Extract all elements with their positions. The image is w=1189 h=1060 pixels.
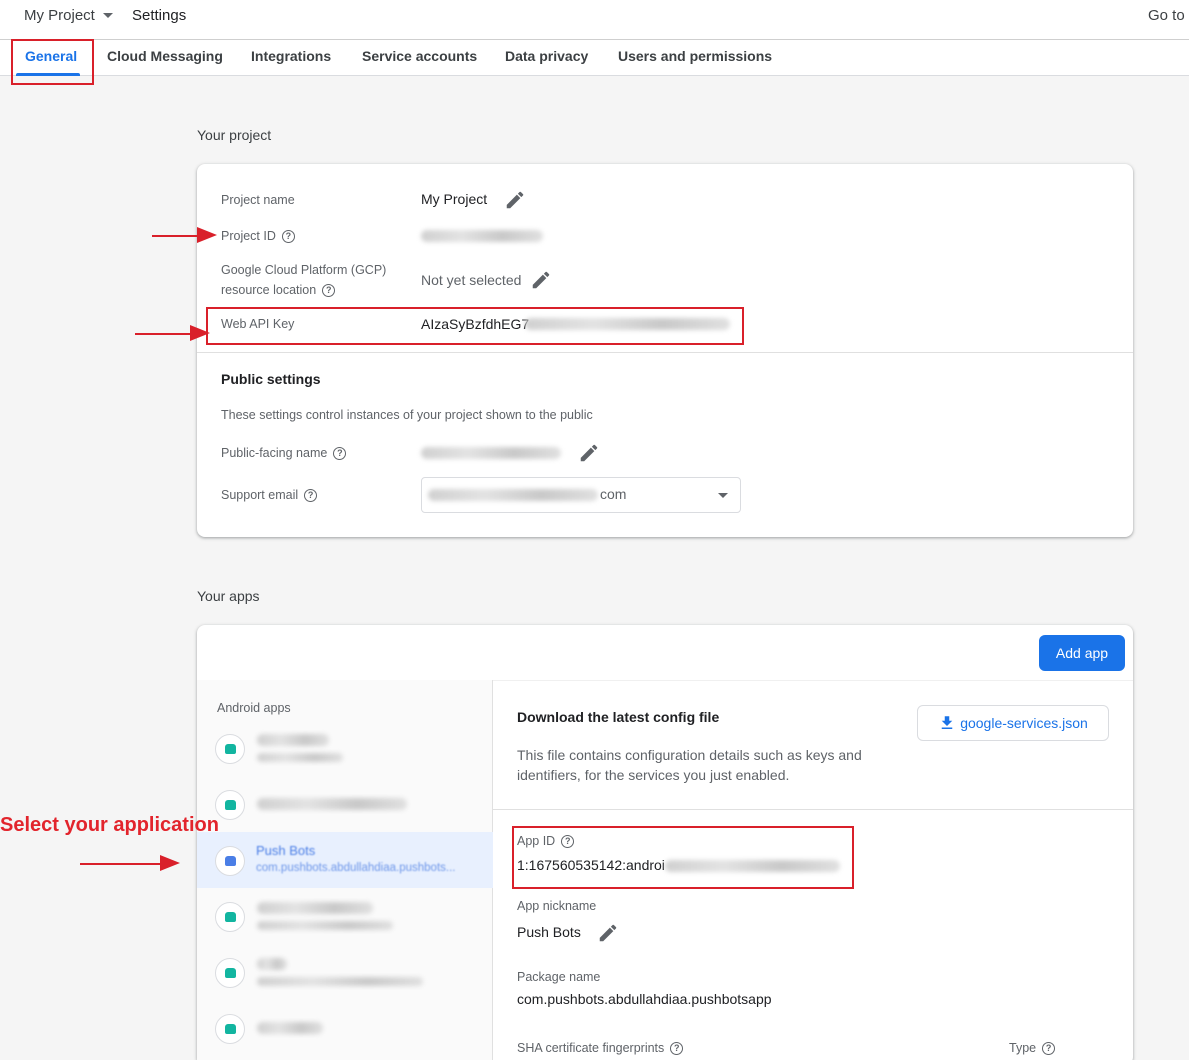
android-app-icon	[215, 790, 245, 820]
web-api-key-label: Web API Key	[221, 317, 295, 331]
package-name-value: com.pushbots.abdullahdiaa.pushbotsapp	[517, 991, 772, 1007]
project-name-label: Project name	[221, 193, 295, 207]
settings-tabs: General Cloud Messaging Integrations Ser…	[0, 40, 1189, 76]
support-email-redacted	[428, 489, 598, 501]
pencil-icon[interactable]	[597, 922, 619, 944]
help-icon[interactable]: ?	[322, 284, 336, 298]
active-tab-indicator	[16, 73, 80, 76]
download-config-button[interactable]: google-services.json	[917, 705, 1109, 741]
app-name-redacted	[257, 1022, 323, 1034]
app-package: com.pushbots.abdullahdiaa.pushbots...	[256, 862, 456, 874]
list-item-selected[interactable]: Push Bots com.pushbots.abdullahdiaa.push…	[197, 832, 493, 888]
arrow-icon	[160, 855, 180, 871]
type-label: Type?	[1009, 1038, 1056, 1058]
app-nickname-value: Push Bots	[517, 924, 581, 940]
pencil-icon[interactable]	[504, 189, 526, 211]
project-id-value-redacted	[421, 230, 543, 242]
help-icon[interactable]: ?	[304, 489, 318, 503]
your-project-heading: Your project	[197, 127, 272, 143]
app-package-redacted	[257, 977, 423, 986]
support-email-select[interactable]: com	[421, 477, 741, 513]
app-id-redacted	[665, 860, 840, 872]
gcp-location-label: Google Cloud Platform (GCP) resource loc…	[221, 263, 387, 298]
public-facing-name-label: Public-facing name?	[221, 443, 347, 463]
go-to-docs-link[interactable]: Go to c	[1148, 7, 1189, 24]
package-name-label: Package name	[517, 970, 601, 984]
divider	[493, 809, 1133, 810]
app-id-value: 1:167560535142:androi	[517, 857, 665, 873]
android-app-icon	[215, 1014, 245, 1044]
help-icon[interactable]: ?	[333, 447, 347, 461]
help-icon[interactable]: ?	[281, 230, 295, 244]
support-email-label: Support email?	[221, 485, 318, 505]
android-apps-label: Android apps	[217, 701, 291, 715]
add-app-button[interactable]: Add app	[1039, 635, 1125, 671]
public-settings-description: These settings control instances of your…	[221, 408, 593, 422]
app-name-redacted	[257, 902, 373, 914]
annotation-label: Select your application	[0, 814, 219, 836]
arrow-icon	[152, 235, 200, 237]
app-package-redacted	[257, 753, 343, 762]
app-nickname-label: App nickname	[517, 899, 597, 913]
app-name: Push Bots	[256, 843, 316, 858]
list-item[interactable]	[197, 944, 493, 1000]
config-description: This file contains configuration details…	[517, 747, 862, 783]
pencil-icon[interactable]	[578, 442, 600, 464]
web-api-key-value: AIzaSyBzfdhEG7	[421, 316, 530, 332]
arrow-icon	[135, 333, 193, 335]
your-apps-heading: Your apps	[197, 588, 260, 604]
page-title: Settings	[132, 7, 187, 24]
top-bar: My Project Settings Go to c	[0, 0, 1189, 40]
app-id-label: App ID?	[517, 831, 575, 851]
app-name-redacted	[257, 798, 407, 810]
pencil-icon[interactable]	[530, 269, 552, 291]
download-icon	[941, 716, 953, 729]
tab-integrations[interactable]: Integrations	[251, 48, 331, 64]
config-title: Download the latest config file	[517, 709, 720, 725]
app-package-redacted	[257, 921, 393, 930]
arrow-icon	[80, 863, 162, 865]
help-icon[interactable]: ?	[561, 835, 575, 849]
help-icon[interactable]: ?	[670, 1042, 684, 1056]
divider	[197, 352, 1133, 353]
list-item[interactable]	[197, 1000, 493, 1056]
public-settings-title: Public settings	[221, 371, 321, 387]
chevron-down-icon	[718, 493, 728, 498]
gcp-location-value: Not yet selected	[421, 272, 522, 288]
help-icon[interactable]: ?	[1042, 1042, 1056, 1056]
app-name-redacted	[257, 958, 287, 970]
tab-service-accounts[interactable]: Service accounts	[362, 48, 477, 64]
android-app-icon	[215, 734, 245, 764]
tab-cloud-messaging[interactable]: Cloud Messaging	[107, 48, 223, 64]
android-app-icon	[215, 902, 245, 932]
arrow-icon	[190, 325, 210, 341]
project-switcher-label: My Project	[24, 7, 95, 24]
list-item[interactable]	[197, 720, 493, 776]
sha-fingerprints-label: SHA certificate fingerprints?	[517, 1038, 684, 1058]
project-name-value: My Project	[421, 191, 488, 207]
chevron-down-icon	[102, 13, 113, 18]
android-app-icon	[215, 846, 245, 876]
tab-data-privacy[interactable]: Data privacy	[505, 48, 588, 64]
support-email-suffix: com	[600, 486, 627, 502]
list-item[interactable]	[197, 776, 493, 832]
web-api-key-redacted	[525, 318, 730, 330]
app-name-redacted	[257, 734, 329, 746]
tab-general[interactable]: General	[25, 48, 77, 64]
divider	[493, 680, 1133, 681]
project-id-label: Project ID?	[221, 226, 295, 246]
public-facing-name-redacted	[421, 447, 561, 459]
project-switcher[interactable]: My Project	[24, 7, 113, 24]
android-app-icon	[215, 958, 245, 988]
tab-users-and-permissions[interactable]: Users and permissions	[618, 48, 772, 64]
list-item[interactable]	[197, 888, 493, 944]
arrow-icon	[197, 227, 217, 243]
download-config-label: google-services.json	[960, 715, 1088, 731]
